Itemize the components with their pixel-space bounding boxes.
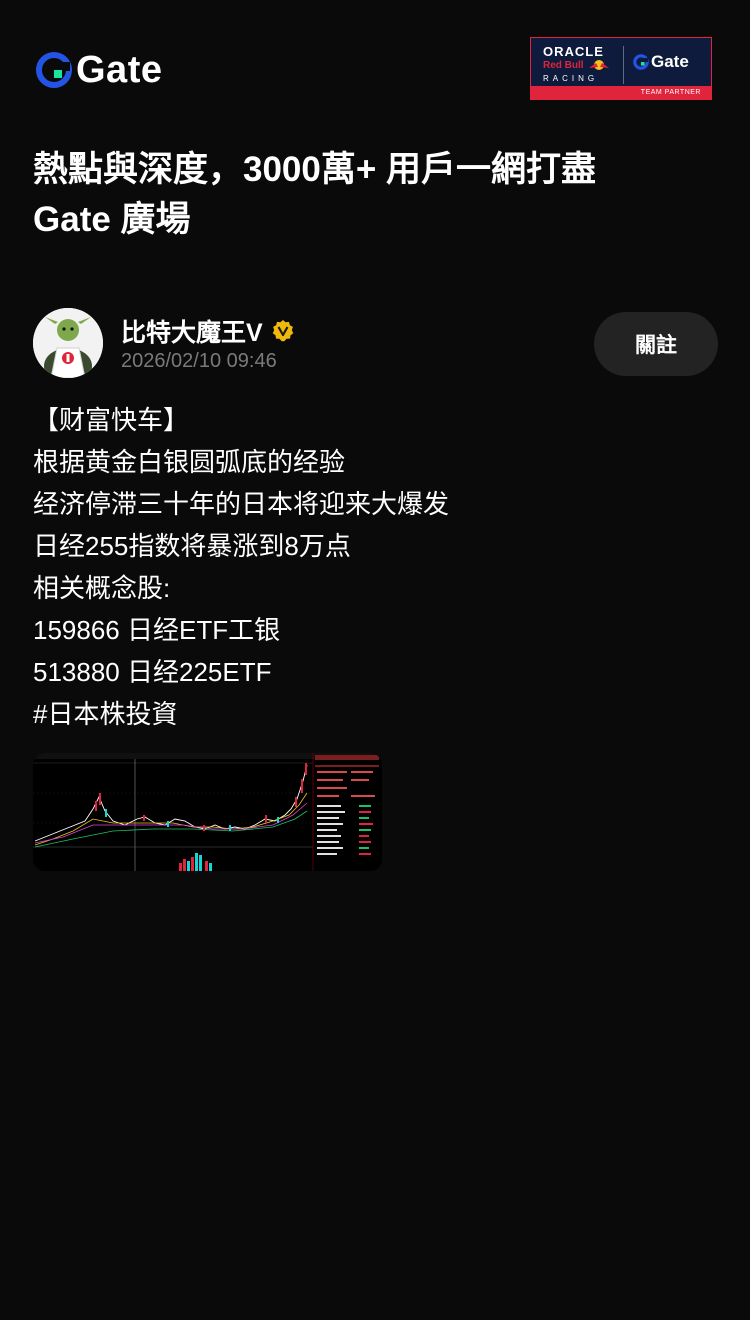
gate-logo-icon: [36, 52, 72, 88]
author-name-wrap: 比特大魔王V: [121, 313, 295, 349]
badge-gate-logo: Gate: [633, 52, 689, 72]
avatar[interactable]: [33, 308, 103, 378]
post-line: 相关概念股:: [33, 573, 171, 603]
team-partner-badge[interactable]: ORACLE Red Bull RACING Gate TEAM PARTNER: [530, 37, 712, 100]
badge-gate-text: Gate: [651, 52, 689, 71]
post-line: 日经255指数将暴涨到8万点: [33, 531, 351, 561]
racing-text: RACING: [543, 74, 599, 83]
post-line: 根据黄金白银圆弧底的经验: [33, 447, 346, 477]
gate-logo[interactable]: Gate: [36, 50, 162, 90]
redbull-text: Red Bull: [543, 60, 584, 71]
post-timestamp: 2026/02/10 09:46: [121, 350, 277, 372]
post-hashtag[interactable]: #日本株投資: [33, 693, 723, 735]
oracle-text: ORACLE: [543, 44, 604, 59]
headline-line-2: Gate 廣場: [33, 200, 191, 239]
author-row: 比特大魔王V 2026/02/10 09:46 關註: [0, 305, 750, 385]
page-headline: 熱點與深度，3000萬+ 用戶一網打盡 Gate 廣場: [33, 145, 723, 245]
team-partner-label: TEAM PARTNER: [531, 86, 711, 99]
headline-line-1: 熱點與深度，3000萬+ 用戶一網打盡: [33, 150, 597, 189]
post-line: 513880 日经225ETF: [33, 657, 272, 687]
author-name[interactable]: 比特大魔王V: [121, 313, 263, 349]
header: Gate ORACLE Red Bull RACING Gate TEAM PA…: [0, 0, 750, 110]
red-bull-icon: [587, 58, 611, 72]
post-line: 经济停滞三十年的日本将迎来大爆发: [33, 489, 450, 519]
post-image-chart-screenshot[interactable]: [33, 753, 382, 871]
post-line: 【财富快车】: [33, 405, 190, 435]
logo-text: Gate: [76, 49, 163, 91]
post-body: 【财富快车】 根据黄金白银圆弧底的经验 经济停滞三十年的日本将迎来大爆发 日经2…: [33, 399, 723, 735]
verified-badge-icon: [271, 319, 295, 343]
follow-button[interactable]: 關註: [594, 312, 718, 376]
badge-divider: [623, 46, 624, 84]
gate-logo-small-icon: [633, 54, 649, 70]
post-line: 159866 日经ETF工银: [33, 615, 281, 645]
